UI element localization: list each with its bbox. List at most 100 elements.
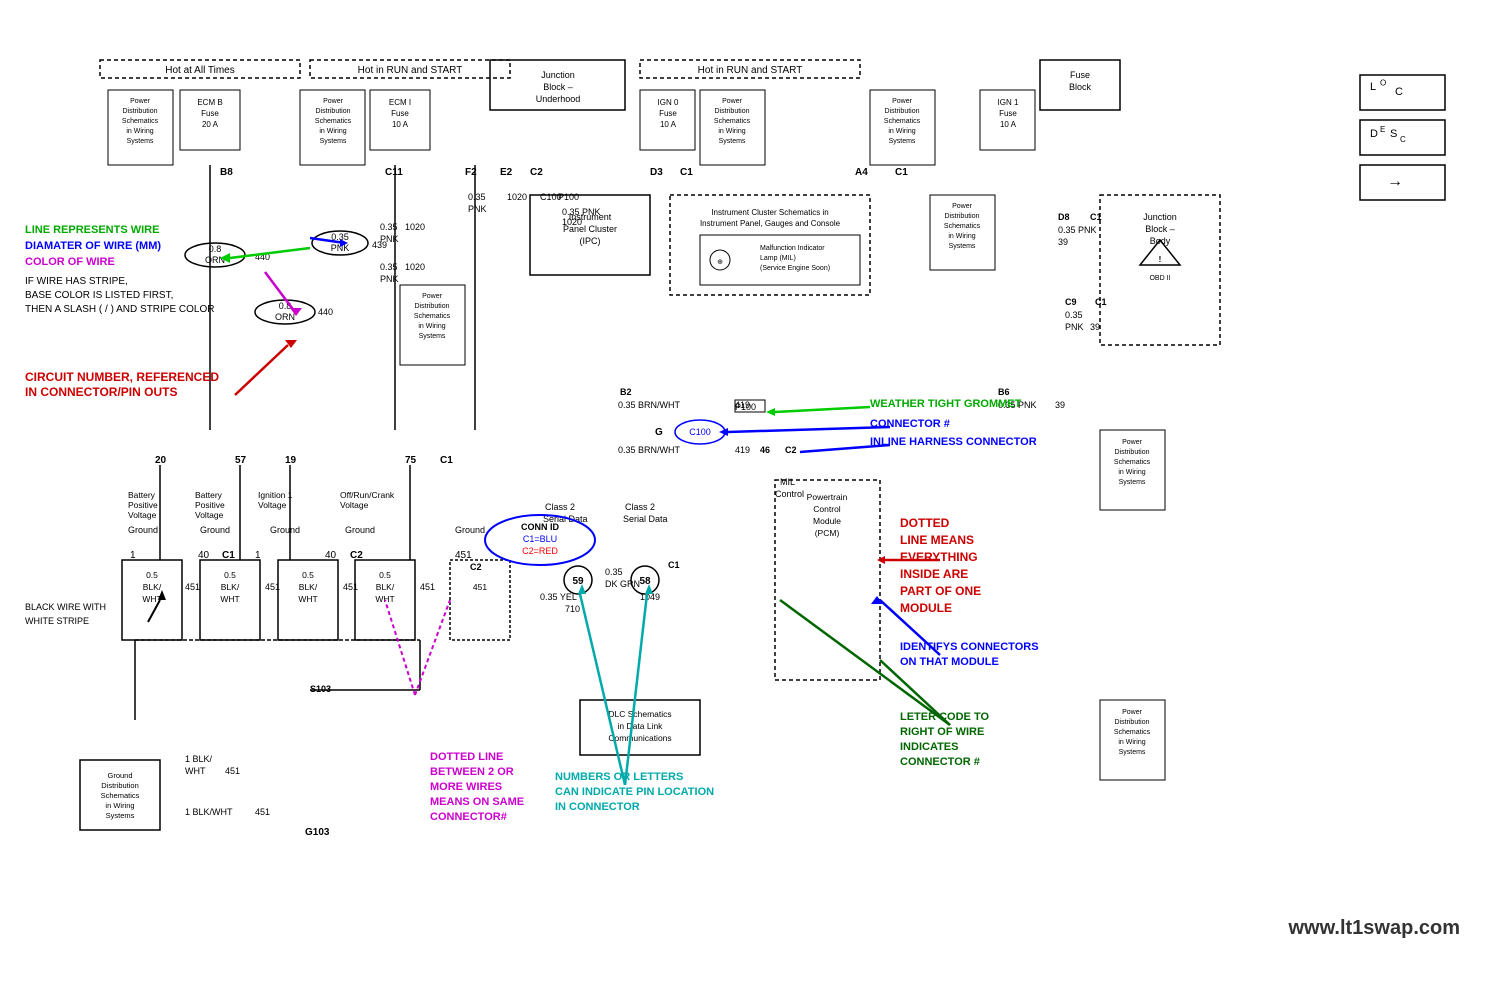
- svg-text:Voltage: Voltage: [195, 510, 224, 520]
- svg-text:Systems: Systems: [1119, 749, 1146, 756]
- svg-text:E: E: [1380, 125, 1385, 134]
- svg-text:1020: 1020: [562, 217, 582, 227]
- svg-text:C2: C2: [530, 167, 543, 178]
- svg-text:WHT: WHT: [185, 766, 206, 776]
- svg-text:ECM B: ECM B: [197, 98, 222, 107]
- svg-text:in Wiring: in Wiring: [718, 128, 745, 135]
- svg-text:C100: C100: [540, 192, 562, 202]
- svg-text:1 BLK/WHT: 1 BLK/WHT: [185, 807, 233, 817]
- svg-text:ECM I: ECM I: [389, 98, 411, 107]
- svg-text:Schematics: Schematics: [122, 118, 159, 125]
- svg-text:ORN: ORN: [275, 312, 295, 322]
- svg-text:451: 451: [420, 582, 435, 592]
- svg-text:Schematics: Schematics: [944, 223, 981, 230]
- svg-text:C1: C1: [895, 167, 908, 178]
- svg-text:PNK: PNK: [1065, 322, 1084, 332]
- svg-text:0.35 PNK: 0.35 PNK: [562, 207, 601, 217]
- svg-text:Fuse: Fuse: [201, 109, 219, 118]
- svg-text:Hot at All Times: Hot at All Times: [165, 65, 234, 76]
- svg-text:0.35 YEL: 0.35 YEL: [540, 592, 577, 602]
- svg-text:10 A: 10 A: [1000, 120, 1017, 129]
- svg-text:in Wiring: in Wiring: [948, 233, 975, 240]
- annotation-stripe-note: IF WIRE HAS STRIPE,BASE COLOR IS LISTED …: [25, 275, 215, 317]
- svg-text:IGN 0: IGN 0: [658, 98, 679, 107]
- svg-text:C100: C100: [689, 427, 711, 437]
- annotation-circuit-number: CIRCUIT NUMBER, REFERENCEDIN CONNECTOR/P…: [25, 370, 219, 400]
- svg-text:0.5: 0.5: [146, 570, 158, 580]
- annotation-line-represents-wire: LINE REPRESENTS WIRE: [25, 224, 159, 236]
- svg-text:10 A: 10 A: [392, 120, 409, 129]
- svg-text:Schematics: Schematics: [414, 313, 451, 320]
- svg-text:0.35: 0.35: [380, 222, 398, 232]
- annotation-dotted-line-wires: DOTTED LINEBETWEEN 2 ORMORE WIRESMEANS O…: [430, 750, 524, 825]
- svg-text:0.35: 0.35: [1065, 310, 1083, 320]
- svg-text:C11: C11: [385, 167, 403, 178]
- svg-text:Schematics: Schematics: [714, 118, 751, 125]
- svg-text:Communications: Communications: [608, 733, 671, 743]
- svg-text:BLK/: BLK/: [376, 582, 395, 592]
- svg-text:Schematics: Schematics: [1114, 459, 1151, 466]
- svg-text:Power: Power: [130, 98, 151, 105]
- svg-text:Fuse: Fuse: [659, 109, 677, 118]
- svg-text:1 BLK/: 1 BLK/: [185, 754, 213, 764]
- svg-text:20 A: 20 A: [202, 120, 219, 129]
- svg-text:→: →: [1387, 173, 1403, 190]
- svg-text:Class 2: Class 2: [545, 502, 575, 512]
- svg-text:O: O: [1380, 79, 1386, 88]
- svg-text:Systems: Systems: [419, 333, 446, 340]
- svg-text:in Wiring: in Wiring: [319, 128, 346, 135]
- svg-text:WHT: WHT: [298, 594, 317, 604]
- svg-text:C9: C9: [1065, 297, 1077, 307]
- svg-text:Distribution: Distribution: [122, 108, 157, 115]
- svg-text:Systems: Systems: [1119, 479, 1146, 486]
- svg-text:Distribution: Distribution: [101, 781, 139, 790]
- svg-text:Off/Run/Crank: Off/Run/Crank: [340, 490, 395, 500]
- svg-text:Distribution: Distribution: [884, 108, 919, 115]
- svg-text:Module: Module: [813, 516, 841, 526]
- svg-text:Power: Power: [952, 203, 973, 210]
- svg-text:Power: Power: [892, 98, 913, 105]
- svg-text:C1: C1: [1095, 297, 1107, 307]
- svg-text:0.8: 0.8: [209, 244, 222, 254]
- svg-text:Systems: Systems: [320, 138, 347, 145]
- svg-text:Voltage: Voltage: [340, 500, 369, 510]
- svg-text:C: C: [1400, 135, 1406, 144]
- svg-text:Lamp (MIL): Lamp (MIL): [760, 255, 796, 262]
- svg-text:Power: Power: [722, 98, 743, 105]
- svg-text:Schematics: Schematics: [1114, 729, 1151, 736]
- svg-text:Systems: Systems: [949, 243, 976, 250]
- svg-text:Systems: Systems: [106, 811, 135, 820]
- svg-text:in Wiring: in Wiring: [418, 323, 445, 330]
- annotation-diameter-wire: DIAMATER OF WIRE (MM): [25, 240, 161, 252]
- svg-text:BLK/: BLK/: [221, 582, 240, 592]
- svg-text:C1: C1: [680, 167, 693, 178]
- svg-text:451: 451: [473, 582, 487, 592]
- diagram-container: Hot at All Times Hot in RUN and START Ju…: [0, 0, 1500, 1000]
- svg-text:0.35 BRN/WHT: 0.35 BRN/WHT: [618, 445, 681, 455]
- svg-text:Schematics: Schematics: [101, 791, 140, 800]
- svg-text:Ground: Ground: [128, 525, 158, 535]
- svg-text:in Wiring: in Wiring: [1118, 739, 1145, 746]
- svg-text:Fuse: Fuse: [999, 109, 1017, 118]
- svg-text:(PCM): (PCM): [815, 528, 840, 538]
- svg-text:Distribution: Distribution: [315, 108, 350, 115]
- svg-text:B6: B6: [998, 387, 1010, 397]
- svg-text:39: 39: [1058, 237, 1068, 247]
- svg-text:in Data Link: in Data Link: [618, 721, 664, 731]
- svg-text:Junction: Junction: [541, 70, 575, 80]
- svg-text:Junction: Junction: [1143, 212, 1177, 222]
- svg-text:Ignition 1: Ignition 1: [258, 490, 293, 500]
- svg-text:Voltage: Voltage: [128, 510, 157, 520]
- svg-text:(Service Engine Soon): (Service Engine Soon): [760, 265, 830, 272]
- svg-text:Hot in RUN and START: Hot in RUN and START: [358, 65, 463, 76]
- annotation-weather-tight-grommet: WEATHER TIGHT GROMMET: [870, 398, 1021, 410]
- svg-text:0.35 BRN/WHT: 0.35 BRN/WHT: [618, 400, 681, 410]
- svg-text:G103: G103: [305, 827, 330, 838]
- svg-text:G: G: [655, 427, 663, 438]
- svg-text:Positive: Positive: [195, 500, 225, 510]
- svg-text:Ground: Ground: [455, 525, 485, 535]
- svg-text:Systems: Systems: [127, 138, 154, 145]
- svg-text:39: 39: [1055, 400, 1065, 410]
- svg-text:S: S: [1390, 128, 1397, 140]
- svg-text:(IPC): (IPC): [580, 236, 601, 246]
